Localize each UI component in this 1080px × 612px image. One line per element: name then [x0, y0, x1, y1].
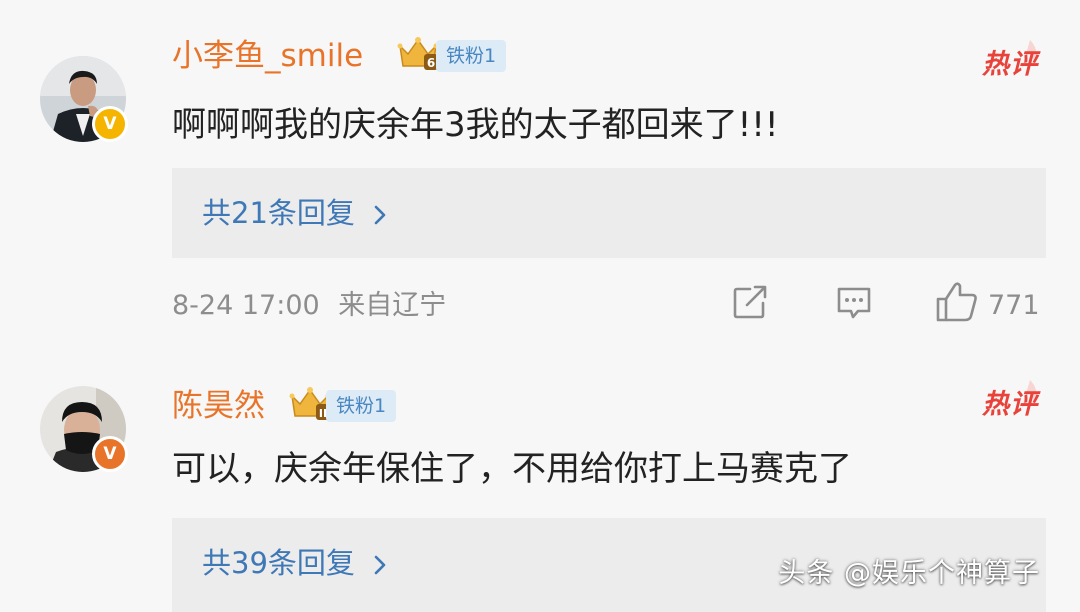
hot-comment-label: 热评 [978, 378, 1042, 420]
username[interactable]: 陈昊然 [172, 386, 265, 426]
comment-text: 啊啊啊我的庆余年3我的太子都回来了!!! [172, 105, 779, 145]
chevron-right-icon [374, 205, 386, 225]
crown-level: 6 [427, 56, 435, 70]
crown-icon: 6 [397, 37, 439, 70]
comment-text: 可以，庆余年保住了，不用给你打上马赛克了 [172, 449, 852, 489]
comment-meta: 8-24 17:00 来自辽宁 [172, 286, 446, 326]
repost-icon[interactable] [730, 282, 770, 322]
location: 来自辽宁 [338, 290, 447, 321]
avatar[interactable]: V [40, 386, 128, 472]
chevron-right-icon [374, 555, 386, 575]
reply-count-label: 共39条回复 [202, 546, 355, 580]
verified-badge-icon: V [92, 106, 128, 142]
hot-label: 热评 [982, 49, 1038, 80]
avatar[interactable]: V [40, 56, 128, 142]
watermark: 头条 @娱乐个神算子 [778, 558, 1040, 589]
like-icon[interactable] [934, 280, 980, 324]
comment-icon[interactable] [834, 282, 874, 322]
username[interactable]: 小李鱼_smile [172, 36, 363, 76]
comment-item: V 小李鱼_smile 6 铁粉1 热评 啊啊啊我的庆余年3我的太子都回来了!!… [0, 0, 1080, 350]
like-count: 771 [988, 290, 1040, 321]
hot-comment-label: 热评 [978, 38, 1042, 80]
reply-summary-box[interactable]: 共21条回复 [172, 168, 1046, 258]
view-replies-link[interactable]: 共21条回复 [202, 191, 387, 235]
reply-count-label: 共21条回复 [202, 196, 355, 230]
fan-badge[interactable]: 铁粉1 [436, 40, 507, 72]
verified-badge-icon: V [92, 436, 128, 472]
hot-label: 热评 [982, 389, 1038, 420]
fan-badge[interactable]: 铁粉1 [326, 390, 397, 422]
timestamp: 8-24 17:00 [172, 290, 320, 321]
view-replies-link[interactable]: 共39条回复 [202, 541, 387, 585]
comment-list: V 小李鱼_smile 6 铁粉1 热评 啊啊啊我的庆余年3我的太子都回来了!!… [0, 0, 1080, 612]
